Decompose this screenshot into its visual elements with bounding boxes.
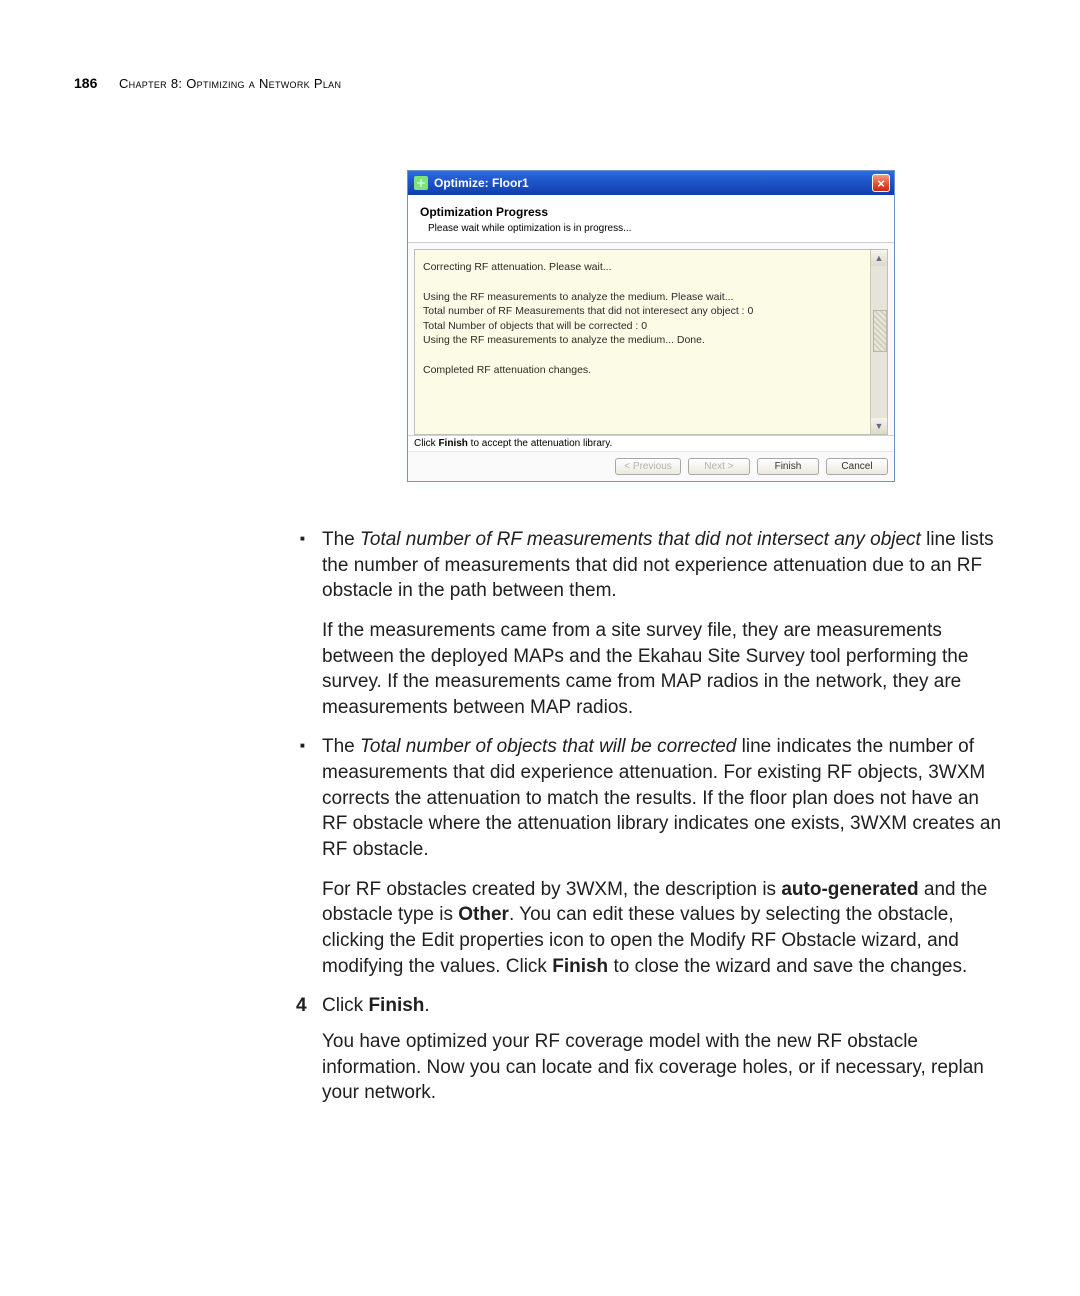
app-icon [414,176,428,190]
finish-button[interactable]: Finish [757,458,819,475]
log-line: Correcting RF attenuation. Please wait..… [423,260,863,274]
cancel-button[interactable]: Cancel [826,458,888,475]
close-icon[interactable]: × [872,174,890,192]
scroll-up-icon[interactable]: ▲ [871,250,887,266]
footer-note: Click Finish to accept the attenuation l… [408,435,894,451]
log-area: Correcting RF attenuation. Please wait..… [414,249,888,435]
scrollbar[interactable]: ▲ ▼ [870,250,887,434]
step-4: 4 Click Finish. [296,993,1006,1019]
body-text: The Total number of RF measurements that… [296,527,1006,1106]
log-line: Using the RF measurements to analyze the… [423,333,863,347]
scroll-thumb[interactable] [873,310,887,352]
chapter-label: Chapter 8: Optimizing a Network Plan [119,76,341,91]
previous-button: < Previous [615,458,681,475]
next-button: Next > [688,458,750,475]
bullet-item: The Total number of RF measurements that… [296,527,1006,720]
closing-paragraph: You have optimized your RF coverage mode… [322,1029,1006,1106]
page-header: 186 Chapter 8: Optimizing a Network Plan [74,75,1006,91]
bullet-item: The Total number of objects that will be… [296,734,1006,979]
log-line: Using the RF measurements to analyze the… [423,290,863,304]
step-number: 4 [296,993,322,1019]
scroll-down-icon[interactable]: ▼ [871,418,887,434]
optimize-dialog: Optimize: Floor1 × Optimization Progress… [407,170,895,482]
page-number: 186 [74,75,97,91]
titlebar[interactable]: Optimize: Floor1 × [408,171,894,195]
window-title: Optimize: Floor1 [434,176,872,190]
button-row: < Previous Next > Finish Cancel [408,451,894,481]
log-line: Total Number of objects that will be cor… [423,319,863,333]
log-line: Completed RF attenuation changes. [423,363,863,377]
dialog-heading: Optimization Progress [420,205,882,219]
dialog-subheading: Please wait while optimization is in pro… [428,223,882,234]
log-line: Total number of RF Measurements that did… [423,304,863,318]
